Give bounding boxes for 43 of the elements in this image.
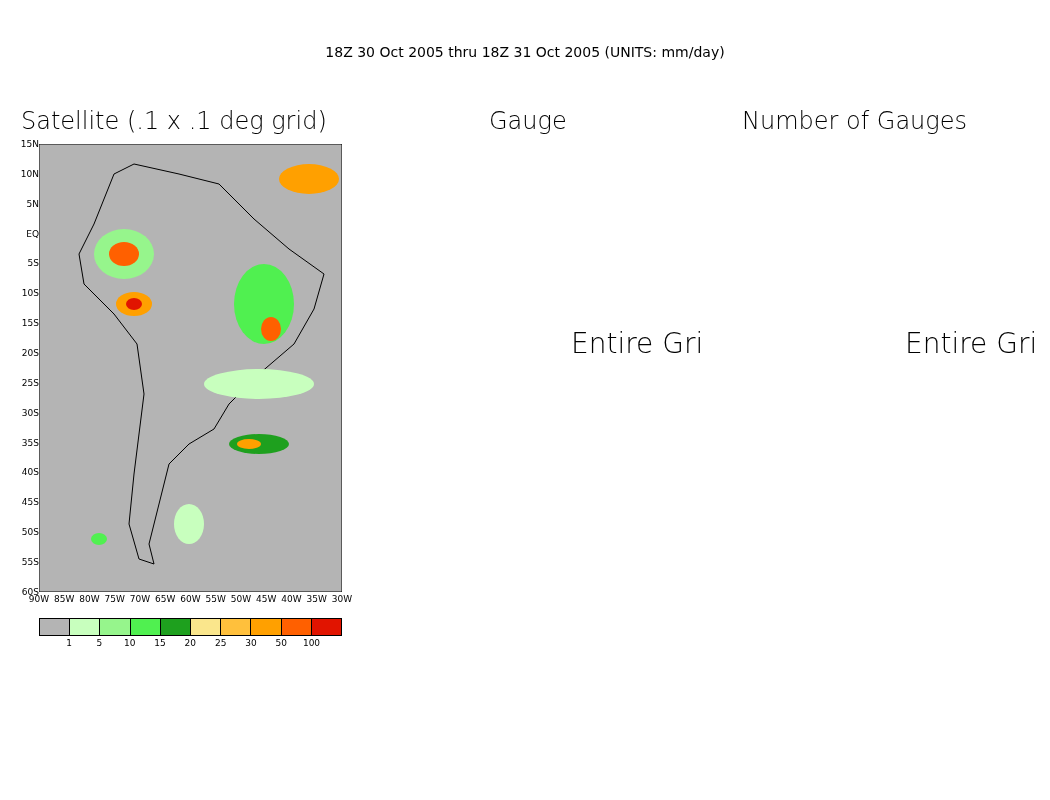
plot-title: 18Z 30 Oct 2005 thru 18Z 31 Oct 2005 (UNITS: mm/day)	[324, 43, 726, 62]
longitude-label: 35W	[305, 593, 328, 606]
latitude-label: 10S	[21, 287, 39, 300]
latitude-label: 10N	[20, 167, 39, 180]
status-message: Entire Gri	[571, 326, 705, 362]
panel-title: Gauge	[489, 106, 567, 136]
latitude-label: 35S	[21, 436, 39, 449]
longitude-label: 80W	[78, 593, 101, 606]
longitude-label: 75W	[103, 593, 126, 606]
longitude-label: 60W	[179, 593, 202, 606]
legend-label: 5	[95, 637, 104, 650]
latitude-label: 5N	[26, 197, 39, 210]
longitude-label: 55W	[204, 593, 227, 606]
latitude-label: 55S	[21, 556, 39, 569]
legend-label: 1	[65, 637, 73, 650]
panel-title: Number of Gauges	[742, 106, 967, 136]
latitude-label: 25S	[21, 376, 39, 389]
panel-title: Satellite (.1 x .1 deg grid)	[21, 106, 327, 136]
latitude-label: 45S	[21, 496, 39, 509]
legend-label: 25	[213, 637, 228, 650]
status-message: Entire Gri	[905, 326, 1039, 362]
legend-label: 15	[153, 637, 167, 650]
latitude-label: EQ	[26, 227, 39, 240]
latitude-label: 50S	[21, 526, 39, 539]
latitude-label: 5S	[27, 257, 39, 270]
longitude-label: 65W	[154, 593, 177, 606]
latitude-label: 40S	[21, 466, 39, 479]
legend-label: 10	[123, 637, 137, 650]
longitude-label: 85W	[53, 593, 76, 606]
legend-label: 30	[244, 637, 258, 650]
legend-label: 20	[183, 637, 198, 650]
legend-label: 100	[301, 637, 322, 650]
latitude-label: 20S	[21, 347, 39, 359]
latitude-label: 30S	[21, 406, 39, 419]
longitude-label: 30W	[330, 593, 354, 606]
legend-label: 50	[274, 637, 288, 650]
latitude-label: 15S	[21, 317, 39, 330]
latitude-label: 15N	[20, 138, 39, 150]
longitude-label: 40W	[280, 593, 303, 606]
longitude-label: 90W	[28, 594, 51, 606]
longitude-label: 50W	[229, 593, 253, 606]
longitude-label: 70W	[128, 593, 152, 606]
longitude-label: 45W	[255, 593, 278, 606]
